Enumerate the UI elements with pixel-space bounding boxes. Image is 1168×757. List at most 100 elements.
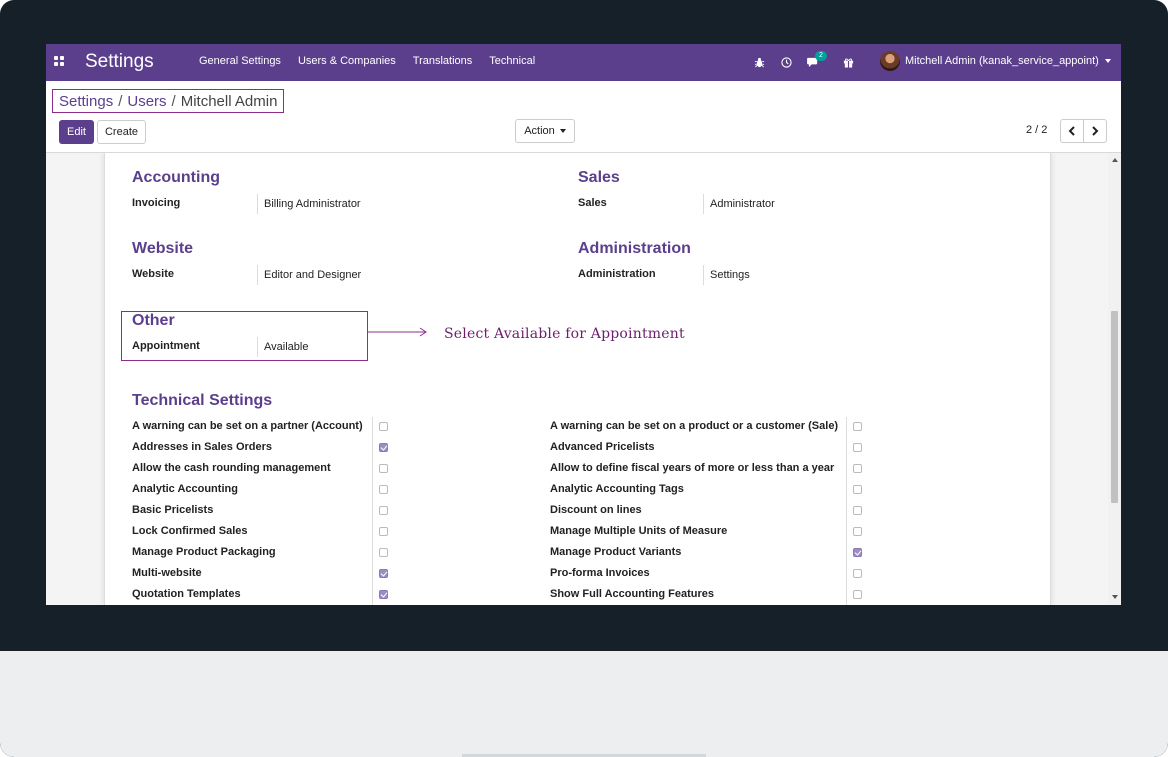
annotation-arrow-icon bbox=[368, 327, 427, 337]
group-title-sales: Sales bbox=[578, 169, 620, 186]
right-setting-label: Allow to define fiscal years of more or … bbox=[550, 462, 835, 474]
breadcrumb-settings[interactable]: Settings bbox=[59, 93, 113, 110]
group-title-website: Website bbox=[132, 240, 194, 257]
right-setting-label: Advanced Pricelists bbox=[550, 441, 655, 453]
top-navbar: Settings General Settings Users & Compan… bbox=[46, 44, 1121, 81]
annotation-text: Select Available for Appointment bbox=[444, 326, 685, 342]
right-setting-label: Show Full Accounting Features bbox=[550, 588, 714, 600]
scroll-up-arrow-icon[interactable] bbox=[1112, 158, 1118, 162]
caret-down-icon bbox=[1104, 59, 1111, 63]
avatar bbox=[880, 51, 900, 71]
clock-icon[interactable] bbox=[778, 54, 794, 70]
breadcrumb-separator: / bbox=[171, 92, 176, 110]
create-button[interactable]: Create bbox=[97, 120, 146, 144]
right-setting-checkbox[interactable] bbox=[853, 590, 862, 599]
field-value-appointment[interactable]: Available bbox=[257, 337, 308, 357]
bug-icon[interactable] bbox=[751, 54, 767, 70]
form-content: Accounting Invoicing Billing Administrat… bbox=[46, 153, 1108, 605]
column-divider bbox=[372, 417, 373, 605]
field-label-invoicing: Invoicing bbox=[132, 197, 181, 209]
chevron-left-icon bbox=[1068, 126, 1075, 136]
chat-badge: 2 bbox=[815, 51, 827, 61]
left-setting-checkbox[interactable] bbox=[379, 590, 388, 599]
group-title-other: Other bbox=[132, 312, 175, 329]
monitor-chin bbox=[0, 651, 1168, 757]
right-setting-checkbox[interactable] bbox=[853, 422, 862, 431]
right-setting-label: Discount on lines bbox=[550, 504, 642, 516]
control-panel: Settings / Users / Mitchell Admin Edit C… bbox=[46, 81, 1121, 153]
systray: 2 bbox=[751, 51, 867, 70]
left-setting-label: Multi-website bbox=[132, 567, 202, 579]
right-setting-checkbox[interactable] bbox=[853, 548, 862, 557]
right-setting-checkbox[interactable] bbox=[853, 569, 862, 578]
field-label-appointment: Appointment bbox=[132, 340, 200, 352]
scroll-thumb[interactable] bbox=[1111, 311, 1118, 503]
left-setting-checkbox[interactable] bbox=[379, 443, 388, 452]
pager-value[interactable]: 2 / 2 bbox=[1026, 124, 1047, 136]
right-setting-checkbox[interactable] bbox=[853, 527, 862, 536]
gift-icon[interactable] bbox=[840, 54, 856, 70]
pager-next-button[interactable] bbox=[1083, 119, 1107, 143]
group-title-accounting: Accounting bbox=[132, 169, 220, 186]
app-screen: Settings General Settings Users & Compan… bbox=[46, 44, 1121, 605]
menu-general-settings[interactable]: General Settings bbox=[199, 55, 281, 67]
left-setting-label: Basic Pricelists bbox=[132, 504, 214, 516]
pager-previous-button[interactable] bbox=[1060, 119, 1084, 143]
field-label-sales: Sales bbox=[578, 197, 607, 209]
left-setting-checkbox[interactable] bbox=[379, 464, 388, 473]
caret-down-icon bbox=[559, 129, 566, 133]
menu-technical[interactable]: Technical bbox=[489, 55, 535, 67]
apps-grid-icon[interactable] bbox=[54, 56, 64, 66]
field-value-administration[interactable]: Settings bbox=[703, 265, 750, 285]
chat-icon[interactable]: 2 bbox=[805, 51, 827, 70]
left-setting-label: Lock Confirmed Sales bbox=[132, 525, 248, 537]
menu-translations[interactable]: Translations bbox=[413, 55, 473, 67]
left-setting-label: A warning can be set on a partner (Accou… bbox=[132, 420, 363, 432]
main-menu: General Settings Users & Companies Trans… bbox=[199, 55, 535, 67]
breadcrumb-current: Mitchell Admin bbox=[180, 92, 278, 110]
field-label-website: Website bbox=[132, 268, 174, 280]
vertical-scrollbar[interactable] bbox=[1108, 153, 1121, 605]
left-setting-checkbox[interactable] bbox=[379, 422, 388, 431]
left-setting-checkbox[interactable] bbox=[379, 548, 388, 557]
left-setting-label: Addresses in Sales Orders bbox=[132, 441, 273, 453]
menu-users-companies[interactable]: Users & Companies bbox=[298, 55, 396, 67]
field-label-administration: Administration bbox=[578, 268, 656, 280]
left-setting-label: Manage Product Packaging bbox=[132, 546, 276, 558]
action-label: Action bbox=[524, 125, 555, 137]
left-setting-checkbox[interactable] bbox=[379, 506, 388, 515]
app-title[interactable]: Settings bbox=[85, 51, 154, 73]
form-sheet: Accounting Invoicing Billing Administrat… bbox=[104, 153, 1051, 605]
scroll-down-arrow-icon[interactable] bbox=[1112, 595, 1118, 599]
left-setting-label: Allow the cash rounding management bbox=[132, 462, 331, 474]
group-title-technical-settings: Technical Settings bbox=[132, 392, 273, 409]
chevron-right-icon bbox=[1092, 126, 1099, 136]
right-setting-label: A warning can be set on a product or a c… bbox=[550, 420, 839, 432]
right-setting-label: Analytic Accounting Tags bbox=[550, 483, 684, 495]
monitor-frame: Settings General Settings Users & Compan… bbox=[0, 0, 1168, 757]
user-menu[interactable]: Mitchell Admin (kanak_service_appoint) bbox=[880, 51, 1111, 71]
right-setting-checkbox[interactable] bbox=[853, 464, 862, 473]
left-setting-checkbox[interactable] bbox=[379, 527, 388, 536]
right-setting-label: Pro-forma Invoices bbox=[550, 567, 650, 579]
left-setting-checkbox[interactable] bbox=[379, 569, 388, 578]
column-divider bbox=[846, 417, 847, 605]
field-value-invoicing[interactable]: Billing Administrator bbox=[257, 194, 361, 214]
group-title-administration: Administration bbox=[578, 240, 691, 257]
right-setting-label: Manage Product Variants bbox=[550, 546, 682, 558]
right-setting-checkbox[interactable] bbox=[853, 506, 862, 515]
right-setting-checkbox[interactable] bbox=[853, 485, 862, 494]
right-setting-checkbox[interactable] bbox=[853, 443, 862, 452]
left-setting-label: Analytic Accounting bbox=[132, 483, 238, 495]
breadcrumb-separator: / bbox=[118, 92, 123, 110]
left-setting-checkbox[interactable] bbox=[379, 485, 388, 494]
breadcrumb-users[interactable]: Users bbox=[127, 93, 166, 110]
user-name: Mitchell Admin (kanak_service_appoint) bbox=[905, 55, 1099, 67]
action-dropdown[interactable]: Action bbox=[515, 119, 575, 143]
right-setting-label: Manage Multiple Units of Measure bbox=[550, 525, 728, 537]
breadcrumb: Settings / Users / Mitchell Admin bbox=[52, 89, 285, 113]
field-value-website[interactable]: Editor and Designer bbox=[257, 265, 361, 285]
left-setting-label: Quotation Templates bbox=[132, 588, 241, 600]
edit-button[interactable]: Edit bbox=[59, 120, 94, 144]
field-value-sales[interactable]: Administrator bbox=[703, 194, 775, 214]
